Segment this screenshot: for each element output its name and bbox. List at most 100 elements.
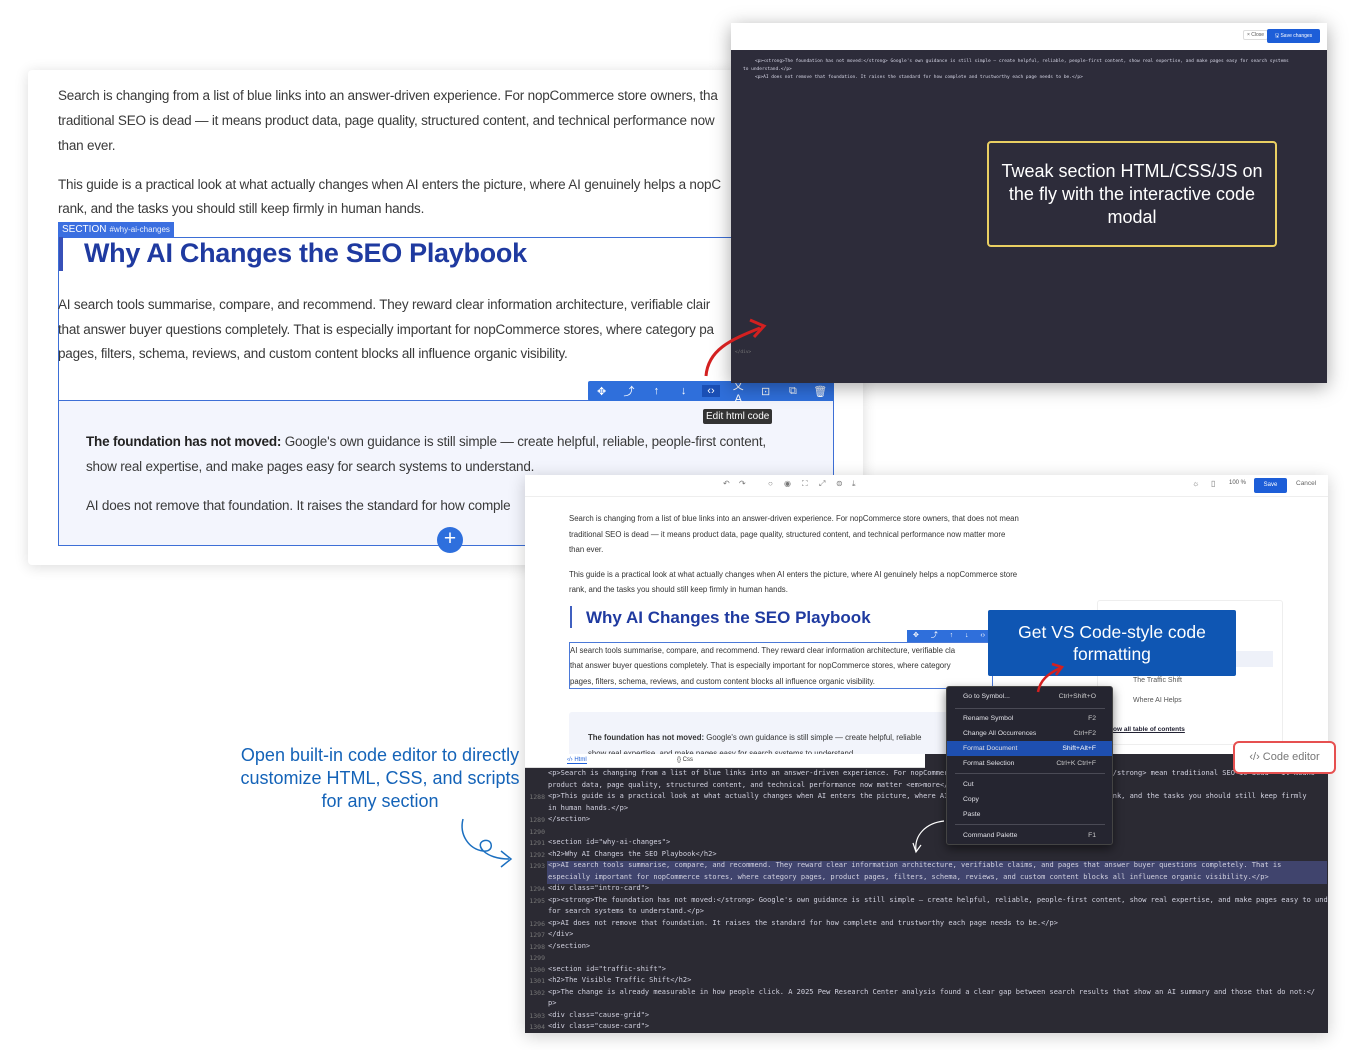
menu-paste[interactable]: Paste [947,807,1112,822]
settings-icon[interactable]: ☼ [1192,479,1199,488]
menu-divider [955,824,1105,825]
menu-label: Command Palette [963,832,1018,839]
add-block-button[interactable]: + [437,527,463,553]
save-block-icon[interactable]: ⊡ [757,385,775,398]
modal-close-button[interactable]: × Close [1243,30,1269,40]
move-up-icon[interactable]: ↑ [647,385,665,397]
move-down-icon[interactable]: ↓ [675,385,693,397]
move-up-icon[interactable]: ↑ [950,630,954,642]
intro-rest: Google's own guidance is still simple — … [281,434,766,449]
move-icon[interactable]: ✥ [913,630,919,642]
section-paragraph-line2: that answer buyer questions completely. … [58,322,714,337]
export-icon[interactable]: ⊜ [836,479,843,488]
card2-p3-line1: AI search tools summarise, compare, and … [570,646,956,655]
delete-icon[interactable]: 🗑 [811,385,829,398]
zoom-level[interactable]: 100 % [1229,480,1246,486]
download-icon[interactable]: ⤓ [852,479,856,489]
code-editor-callout: Open built-in code editor to directly cu… [240,745,520,811]
code-line[interactable]: <p>AI does not remove that foundation. I… [548,918,1058,930]
edit-code-icon[interactable]: ‹› [701,385,720,397]
menu-change-all[interactable]: Change All Occurrences Ctrl+F2 [947,726,1112,741]
code-line[interactable]: especially important for nopCommerce sto… [548,872,1269,884]
code-line[interactable]: </div> [548,929,573,941]
tab-html[interactable]: ‹/› Html [567,757,587,764]
code-line[interactable]: <h2>Why AI Changes the SEO Playbook</h2> [548,849,717,861]
toc-show-all-link[interactable]: ow all table of contents [1113,722,1185,738]
section-paragraph-line3: pages, filters, schema, reviews, and cus… [58,346,568,361]
fullscreen-icon[interactable]: ⛶ [802,479,808,489]
device-icon[interactable]: ▯ [1211,479,1215,488]
outline-icon[interactable]: ○ [768,479,773,488]
menu-copy[interactable]: Copy [947,792,1112,807]
arrow-to-modal-icon [704,318,767,377]
select-parent-icon[interactable]: ⤴ [620,383,638,399]
redo-icon[interactable]: ↷ [739,479,746,488]
menu-label: Format Selection [963,760,1015,767]
menu-divider [955,708,1105,709]
tab-css[interactable]: {} Css [677,757,693,763]
editor-screenshot-card: ↶ ↷ ○ ◉ ⛶ ⤢ ⊜ ⤓ ☼ ▯ 100 % Save Cancel Se… [525,475,1328,1033]
modal-code-line1[interactable]: <p><strong>The foundation has not moved:… [755,59,1289,64]
expand-icon[interactable]: ⤢ [819,479,825,489]
line-number: 1293 [529,862,545,870]
menu-format-document[interactable]: Format Document Shift+Alt+F [947,741,1112,756]
editor-save-button[interactable]: Save [1254,478,1287,493]
code-line[interactable]: <p>Search is changing from a list of blu… [548,768,1315,780]
line-number: 1304 [529,1023,545,1031]
move-icon[interactable]: ✥ [593,385,611,398]
code-editor-button[interactable]: ‹/› Code editor [1233,741,1336,774]
code-line[interactable]: <p>The change is already measurable in h… [548,987,1315,999]
modal-code-line2[interactable]: to understand.</p> [743,67,792,72]
intro-card-line3: AI does not remove that foundation. It r… [86,498,511,513]
line-number: 1289 [529,816,545,824]
code-line[interactable]: <div class="cause-card"> [548,1021,649,1033]
card2-p3-line3: pages, filters, schema, reviews, and cus… [570,677,875,686]
line-number: 1291 [529,839,545,847]
curly-arrow-icon [461,818,513,868]
menu-rename-symbol[interactable]: Rename Symbol F2 [947,711,1112,726]
heading-accent-bar [570,606,572,628]
menu-shortcut: F1 [1088,832,1096,839]
code-line[interactable]: </section> [548,814,590,826]
intro-card-line2: show real expertise, and make pages easy… [86,459,535,474]
code-line[interactable]: <p>AI search tools summarise, compare, a… [548,860,1281,872]
edit-code-icon[interactable]: ‹› [980,630,985,642]
code-line[interactable]: <div class="intro-card"> [548,883,649,895]
code-line[interactable]: for search systems to understand.</p> [548,906,704,918]
code-line[interactable]: <div class="cause-grid"> [548,1010,649,1022]
duplicate-icon[interactable]: ⧉ [784,385,802,398]
undo-icon[interactable]: ↶ [723,479,730,488]
menu-shortcut: Ctrl+F2 [1073,730,1096,737]
menu-format-selection[interactable]: Format Selection Ctrl+K Ctrl+F [947,756,1112,771]
modal-code-line3[interactable]: <p>AI does not remove that foundation. I… [755,75,1083,80]
code-line[interactable]: <section id="why-ai-changes"> [548,837,670,849]
card2-intro-line1: The foundation has not moved: Google's o… [588,730,921,746]
code-line[interactable]: product data, page quality, structured c… [548,780,961,792]
card2-heading: Why AI Changes the SEO Playbook [586,608,871,627]
modal-save-button[interactable]: 🖫 Save changes [1267,29,1320,43]
modal-header [731,23,1327,50]
menu-divider [955,773,1105,774]
code-line[interactable]: in human hands.</p> [548,803,628,815]
code-line[interactable]: <section id="traffic-shift"> [548,964,666,976]
move-down-icon[interactable]: ↓ [965,630,969,642]
editor-cancel-button[interactable]: Cancel [1296,480,1316,487]
card2-p3-line2: that answer buyer questions completely. … [570,661,951,670]
code-line[interactable]: <p>This guide is a practical look at wha… [548,791,1307,803]
menu-shortcut: Shift+Alt+F [1062,745,1096,752]
toc-item-ai-helps[interactable]: Where AI Helps [1133,693,1182,709]
section-paragraph-line1: AI search tools summarise, compare, and … [58,297,711,312]
paragraph-intro-line1: Search is changing from a list of blue l… [58,88,718,103]
preview-icon[interactable]: ◉ [784,479,791,488]
code-line[interactable]: <h2>The Visible Traffic Shift</h2> [548,975,691,987]
section-heading: Why AI Changes the SEO Playbook [84,238,527,268]
code-line[interactable]: </section> [548,941,590,953]
line-number: 1292 [529,850,545,859]
select-parent-icon[interactable]: ⤴ [931,630,938,642]
menu-label: Rename Symbol [963,715,1014,722]
menu-cut[interactable]: Cut [947,777,1112,792]
code-line[interactable]: <p><strong>The foundation has not moved:… [548,895,1328,907]
modal-callout: Tweak section HTML/CSS/JS on the fly wit… [987,141,1277,247]
code-line[interactable]: p> [548,998,556,1010]
menu-command-palette[interactable]: Command Palette F1 [947,828,1112,843]
